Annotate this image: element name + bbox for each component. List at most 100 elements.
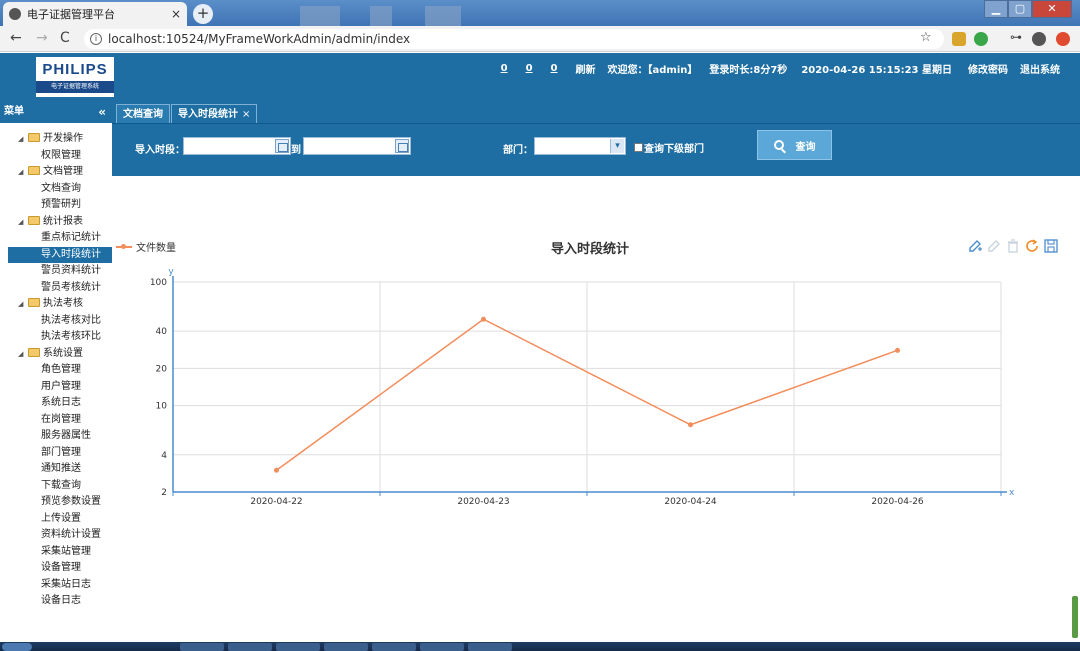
taskbar-app[interactable]	[468, 643, 512, 651]
menu-item[interactable]: 系统日志	[0, 395, 112, 412]
menu-item[interactable]: 设备管理	[0, 560, 112, 577]
welcome-text: 欢迎您：【admin】	[607, 65, 698, 76]
account-icon[interactable]	[1032, 32, 1046, 46]
forward-icon[interactable]: →	[36, 30, 48, 46]
calendar-icon[interactable]	[395, 139, 409, 153]
menu-item[interactable]: 服务器属性	[0, 428, 112, 445]
key-icon[interactable]: ⊶	[1010, 30, 1024, 44]
expand-arrow-icon[interactable]: ◢	[18, 131, 23, 148]
menu-group[interactable]: ◢ 文档管理	[0, 164, 112, 181]
y-tick-label: 20	[156, 364, 168, 374]
refresh-link[interactable]: 刷新	[576, 61, 596, 76]
menu-item[interactable]: 用户管理	[0, 379, 112, 396]
expand-arrow-icon[interactable]: ◢	[18, 296, 23, 313]
menu-item[interactable]: 执法考核对比	[0, 313, 112, 330]
department-label: 部门：	[503, 145, 533, 156]
site-favicon-icon	[9, 8, 21, 20]
menu-item[interactable]: 设备日志	[0, 593, 112, 610]
site-info-icon[interactable]: i	[90, 33, 102, 45]
calendar-icon[interactable]	[275, 139, 289, 153]
url-field[interactable]: i localhost:10524/MyFrameWorkAdmin/admin…	[84, 29, 944, 49]
menu-group[interactable]: ◢ 系统设置	[0, 346, 112, 363]
legend-swatch	[116, 243, 132, 249]
browser-tab[interactable]: 电子证据管理平台 ×	[3, 2, 187, 26]
menu-item[interactable]: 文档查询	[0, 181, 112, 198]
menu-group[interactable]: ◢ 统计报表	[0, 214, 112, 231]
taskbar-app[interactable]	[324, 643, 368, 651]
taskbar-app[interactable]	[228, 643, 272, 651]
maximize-icon[interactable]: ▢	[1008, 0, 1032, 18]
desktop-background	[425, 6, 461, 26]
menu-group[interactable]: ◢ 执法考核	[0, 296, 112, 313]
taskbar-app[interactable]	[420, 643, 464, 651]
taskbar-app[interactable]	[180, 643, 224, 651]
window-close-icon[interactable]: ✕	[1032, 0, 1072, 18]
pencil-icon[interactable]	[986, 238, 1002, 254]
menu-item[interactable]: 预警研判	[0, 197, 112, 214]
menu-item[interactable]: 上传设置	[0, 511, 112, 528]
folder-icon	[28, 215, 40, 225]
opera-icon[interactable]	[1056, 32, 1070, 46]
expand-arrow-icon[interactable]: ◢	[18, 346, 23, 363]
menu-item[interactable]: 角色管理	[0, 362, 112, 379]
start-date-input[interactable]	[183, 137, 291, 155]
sub-dept-checkbox[interactable]	[634, 143, 643, 152]
menu-item[interactable]: 部门管理	[0, 445, 112, 462]
page-scroll-indicator[interactable]	[1072, 596, 1078, 638]
query-button[interactable]: 查询	[757, 130, 832, 160]
notice-count[interactable]: 0	[551, 63, 558, 74]
menu-item[interactable]: 警员资料统计	[0, 263, 112, 280]
chart-legend[interactable]: 文件数量	[116, 239, 176, 254]
start-button[interactable]	[2, 643, 32, 651]
reload-icon[interactable]: C	[60, 30, 70, 46]
menu-item[interactable]: 通知推送	[0, 461, 112, 478]
menu-item[interactable]: 警员考核统计	[0, 280, 112, 297]
trash-icon[interactable]	[1005, 238, 1021, 254]
collapse-sidebar-icon[interactable]: «	[98, 101, 106, 123]
x-tick-labels: 2020-04-22 2020-04-23 2020-04-24 2020-04-26	[250, 497, 924, 507]
minimize-icon[interactable]: ▁	[984, 0, 1008, 18]
os-taskbar	[0, 642, 1080, 651]
sidebar-header: 菜单 «	[0, 101, 112, 123]
period-label: 导入时段：	[135, 145, 185, 156]
department-select[interactable]: ▾	[534, 137, 626, 155]
app-header: PHILIPS 电子证据管理系统 0 0 0 刷新 欢迎您：【admin】 登录…	[0, 53, 1080, 101]
back-icon[interactable]: ←	[10, 30, 22, 46]
evernote-icon[interactable]	[974, 32, 988, 46]
menu-item[interactable]: 权限管理	[0, 148, 112, 165]
tab-document-query[interactable]: 文档查询	[116, 104, 170, 123]
menu-item[interactable]: 采集站日志	[0, 577, 112, 594]
menu-item[interactable]: 预览参数设置	[0, 494, 112, 511]
menu-item[interactable]: 执法考核环比	[0, 329, 112, 346]
extension-icon[interactable]	[952, 32, 966, 46]
logout-link[interactable]: 退出系统	[1020, 61, 1060, 76]
menu-item[interactable]: 资料统计设置	[0, 527, 112, 544]
end-date-input[interactable]	[303, 137, 411, 155]
folder-icon	[28, 166, 40, 175]
taskbar-app[interactable]	[372, 643, 416, 651]
desktop-background	[300, 6, 340, 26]
refresh-icon[interactable]	[1024, 238, 1040, 254]
menu-item[interactable]: 重点标记统计	[0, 230, 112, 247]
taskbar-app[interactable]	[276, 643, 320, 651]
close-tab-icon[interactable]: ×	[171, 7, 181, 21]
menu-group[interactable]: ◢ 开发操作	[0, 131, 112, 148]
expand-arrow-icon[interactable]: ◢	[18, 214, 23, 231]
expand-arrow-icon[interactable]: ◢	[18, 164, 23, 181]
change-password-link[interactable]: 修改密码	[968, 61, 1008, 76]
menu-item-active[interactable]: 导入时段统计	[8, 246, 112, 263]
notice-count[interactable]: 0	[526, 63, 533, 74]
menu-item[interactable]: 在岗管理	[0, 412, 112, 429]
edit-icon[interactable]	[967, 238, 983, 254]
tab-import-period-stats[interactable]: 导入时段统计 ×	[171, 104, 258, 123]
login-duration: 登录时长:8分7秒	[709, 65, 788, 76]
close-tab-icon[interactable]: ×	[242, 109, 250, 120]
notice-count[interactable]: 0	[501, 63, 508, 74]
bookmark-star-icon[interactable]: ☆	[920, 30, 932, 45]
menu-item[interactable]: 下载查询	[0, 478, 112, 495]
chevron-down-icon[interactable]: ▾	[610, 139, 624, 153]
save-icon[interactable]	[1043, 238, 1059, 254]
legend-label: 文件数量	[136, 243, 176, 254]
new-tab-button[interactable]: +	[193, 4, 213, 24]
menu-item[interactable]: 采集站管理	[0, 544, 112, 561]
